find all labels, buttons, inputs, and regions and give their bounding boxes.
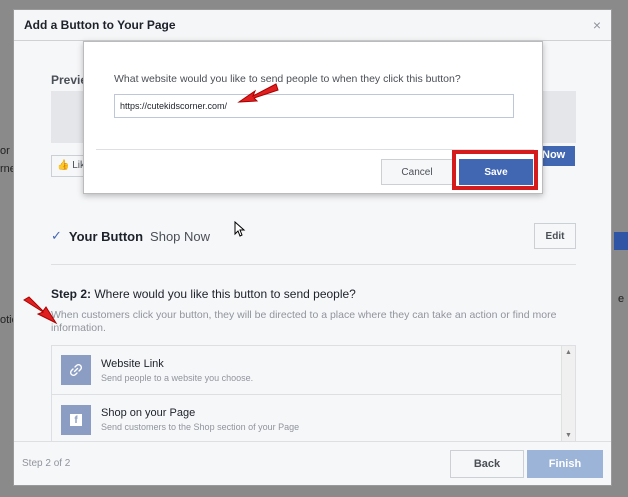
step-count: Step 2 of 2 — [22, 458, 71, 469]
check-icon: ✓ — [51, 228, 62, 243]
preview-label: Previe — [51, 73, 88, 87]
mouse-cursor-icon — [234, 221, 246, 237]
your-button-value: Shop Now — [150, 228, 211, 244]
save-highlight-box — [452, 150, 538, 190]
option-title: Shop on your Page — [101, 407, 196, 419]
scroll-down-icon[interactable]: ▼ — [565, 432, 572, 439]
option-shop-on-page[interactable]: f Shop on your Page Send customers to th… — [52, 395, 562, 444]
finish-button[interactable]: Finish — [527, 449, 603, 478]
option-text: Shop on your Page Send customers to the … — [101, 407, 299, 432]
back-button[interactable]: Back — [450, 449, 524, 478]
preview-shop-now-button: Now — [538, 146, 575, 166]
facebook-icon: f — [61, 404, 91, 435]
step2-question: Where would you like this button to send… — [94, 287, 356, 301]
scrollbar[interactable]: ▲ ▼ — [561, 346, 575, 442]
option-subtitle: Send customers to the Shop section of yo… — [101, 422, 300, 432]
option-subtitle: Send people to a website you choose. — [101, 372, 254, 383]
your-button-summary: ✓ Your Button Shop Now — [51, 228, 210, 244]
background-text-fragment: e — [618, 293, 625, 305]
thumbs-up-icon: 👍 — [57, 160, 70, 171]
option-title: Website Link — [101, 357, 164, 370]
scroll-up-icon[interactable]: ▲ — [565, 349, 572, 356]
destination-options-list: Website Link Send people to a website yo… — [51, 345, 576, 443]
background-text-fragment: or — [0, 145, 10, 157]
option-text: Website Link Send people to a website yo… — [101, 358, 253, 383]
dialog-header: Add a Button to Your Page × — [14, 10, 611, 41]
website-url-input[interactable] — [114, 94, 514, 118]
edit-button[interactable]: Edit — [534, 223, 576, 249]
cancel-button[interactable]: Cancel — [381, 159, 453, 185]
red-arrow-icon — [23, 296, 58, 325]
step2-heading: Step 2: Where would you like this button… — [51, 287, 356, 301]
close-icon[interactable]: × — [593, 17, 601, 33]
red-arrow-icon — [237, 83, 279, 103]
divider — [51, 264, 576, 265]
background-blue-block — [614, 232, 628, 250]
popup-question: What website would you like to send peop… — [114, 73, 461, 85]
step2-description: When customers click your button, they w… — [51, 309, 557, 334]
option-website-link[interactable]: Website Link Send people to a website yo… — [52, 346, 562, 395]
dialog-footer: Step 2 of 2 Back Finish — [14, 441, 611, 485]
your-button-label: Your Button — [68, 228, 144, 244]
dialog-title: Add a Button to Your Page — [24, 18, 176, 32]
link-icon — [61, 355, 91, 385]
